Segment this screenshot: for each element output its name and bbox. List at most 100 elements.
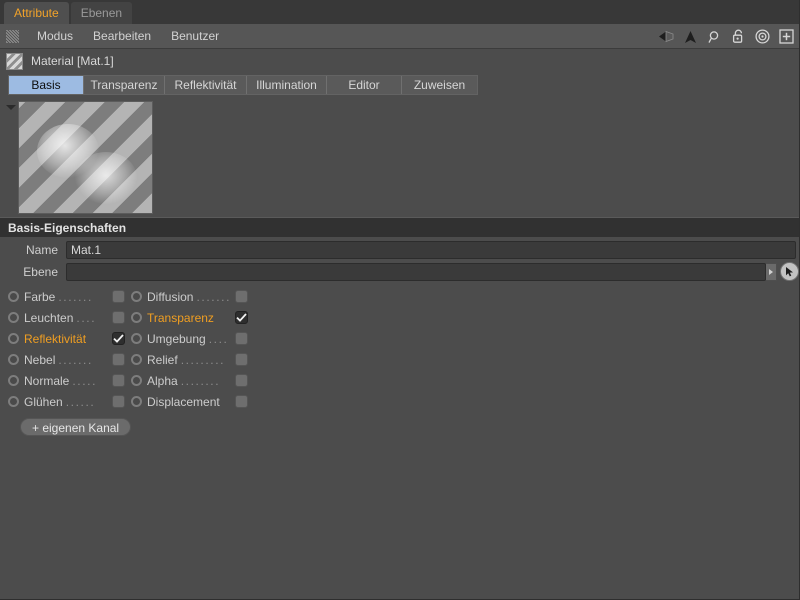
material-preview[interactable] xyxy=(18,101,153,214)
unlock-icon[interactable] xyxy=(730,28,747,45)
channel-label-alpha: Alpha xyxy=(147,373,178,388)
section-header-basis-eigenschaften: Basis-Eigenschaften xyxy=(0,217,799,237)
material-tabstrip: Basis Transparenz Reflektivität Illumina… xyxy=(8,75,478,95)
panel-tab-attribute-label: Attribute xyxy=(14,6,59,20)
channel-row-reflektivitaet[interactable]: Reflektivität xyxy=(8,328,131,349)
name-input[interactable] xyxy=(66,240,796,259)
attribute-manager-panel: Attribute Ebenen Modus Bearbeiten Benutz… xyxy=(0,0,800,600)
up-arrow-icon[interactable] xyxy=(682,28,699,45)
preview-row xyxy=(0,99,799,217)
channel-label-displacement: Displacement xyxy=(147,394,220,409)
channel-radio-icon[interactable] xyxy=(131,291,142,302)
menubar: Modus Bearbeiten Benutzer xyxy=(0,24,799,49)
object-title: Material [Mat.1] xyxy=(31,54,114,68)
panel-tab-ebenen-label: Ebenen xyxy=(80,6,123,20)
channel-row-leuchten[interactable]: Leuchten .... xyxy=(8,307,131,328)
tab-zuweisen[interactable]: Zuweisen xyxy=(402,76,477,94)
grip-dots-icon[interactable] xyxy=(6,29,19,43)
channel-row-nebel[interactable]: Nebel ....... xyxy=(8,349,131,370)
menu-item-bearbeiten-label: Bearbeiten xyxy=(93,29,152,43)
tab-illumination[interactable]: Illumination xyxy=(247,76,327,94)
channel-dots: ..... xyxy=(72,374,98,387)
back-arrow-icon[interactable] xyxy=(658,28,675,45)
channel-row-normale[interactable]: Normale ..... xyxy=(8,370,131,391)
channel-radio-icon[interactable] xyxy=(8,333,19,344)
search-icon[interactable] xyxy=(706,28,723,45)
channel-row-transparenz[interactable]: Transparenz xyxy=(131,307,254,328)
channel-label-leuchten: Leuchten xyxy=(24,310,74,325)
target-icon[interactable] xyxy=(754,28,771,45)
channel-radio-icon[interactable] xyxy=(131,354,142,365)
channel-radio-icon[interactable] xyxy=(8,354,19,365)
channel-row-farbe[interactable]: Farbe ....... xyxy=(8,286,131,307)
add-box-icon[interactable] xyxy=(778,28,795,45)
channel-label-reflektivitaet: Reflektivität xyxy=(24,331,87,346)
tab-illumination-label: Illumination xyxy=(256,78,317,92)
channel-checkbox-normale[interactable] xyxy=(112,374,125,387)
channel-checkbox-farbe[interactable] xyxy=(112,290,125,303)
menubar-tools xyxy=(658,24,795,49)
channel-checkbox-gluehen[interactable] xyxy=(112,395,125,408)
panel-tab-attribute[interactable]: Attribute xyxy=(4,2,69,24)
tab-basis[interactable]: Basis xyxy=(9,76,84,94)
tab-reflektivitaet-label: Reflektivität xyxy=(174,78,237,92)
channel-row-umgebung[interactable]: Umgebung .... xyxy=(131,328,254,349)
basis-properties-fields: Name Ebene xyxy=(0,237,799,281)
channel-checkbox-relief[interactable] xyxy=(235,353,248,366)
panel-tab-ebenen[interactable]: Ebenen xyxy=(70,2,133,24)
channel-label-relief: Relief xyxy=(147,352,178,367)
channel-row-displacement[interactable]: Displacement xyxy=(131,391,254,412)
channel-dots: .... xyxy=(76,311,97,324)
channel-radio-icon[interactable] xyxy=(8,396,19,407)
menu-item-benutzer-label: Benutzer xyxy=(171,29,220,43)
channel-row-gluehen[interactable]: Glühen ...... xyxy=(8,391,131,412)
menu-item-modus-label: Modus xyxy=(37,29,74,43)
channel-row-relief[interactable]: Relief ......... xyxy=(131,349,254,370)
ebene-label: Ebene xyxy=(23,264,58,279)
channel-radio-icon[interactable] xyxy=(131,312,142,323)
field-row-name: Name xyxy=(0,240,799,259)
channel-label-transparenz: Transparenz xyxy=(147,310,214,325)
material-swatch-icon xyxy=(6,52,23,70)
menu-item-modus[interactable]: Modus xyxy=(27,24,83,48)
channel-row-diffusion[interactable]: Diffusion ....... xyxy=(131,286,254,307)
tab-editor-label: Editor xyxy=(348,78,380,92)
channel-row-alpha[interactable]: Alpha ........ xyxy=(131,370,254,391)
channel-radio-icon[interactable] xyxy=(8,375,19,386)
add-channel-row: + eigenen Kanal xyxy=(0,412,799,436)
ebene-input[interactable] xyxy=(66,262,766,281)
object-header: Material [Mat.1] xyxy=(0,49,799,73)
menu-item-bearbeiten[interactable]: Bearbeiten xyxy=(83,24,161,48)
channel-label-diffusion: Diffusion xyxy=(147,289,194,304)
channel-checkbox-diffusion[interactable] xyxy=(235,290,248,303)
channel-checkbox-nebel[interactable] xyxy=(112,353,125,366)
channel-column-left: Farbe ....... Leuchten .... Reflektivitä… xyxy=(8,286,131,412)
channel-radio-icon[interactable] xyxy=(8,312,19,323)
channel-radio-icon[interactable] xyxy=(131,333,142,344)
cursor-arrow-icon[interactable] xyxy=(780,262,799,281)
channel-label-gluehen: Glühen xyxy=(24,394,63,409)
panel-tabbar: Attribute Ebenen xyxy=(0,0,799,24)
channel-label-normale: Normale xyxy=(24,373,70,388)
channel-checkbox-transparenz[interactable] xyxy=(235,311,248,324)
channel-checkbox-reflektivitaet[interactable] xyxy=(112,332,125,345)
preview-stripes xyxy=(19,102,152,213)
channel-dots: ......... xyxy=(180,353,226,366)
channel-checkbox-displacement[interactable] xyxy=(235,395,248,408)
chevron-right-icon[interactable] xyxy=(766,262,777,281)
channel-radio-icon[interactable] xyxy=(131,375,142,386)
tab-transparenz[interactable]: Transparenz xyxy=(84,76,165,94)
menu-item-benutzer[interactable]: Benutzer xyxy=(161,24,229,48)
channel-label-farbe: Farbe xyxy=(24,289,56,304)
channel-checkbox-leuchten[interactable] xyxy=(112,311,125,324)
channel-checkbox-alpha[interactable] xyxy=(235,374,248,387)
channel-label-umgebung: Umgebung xyxy=(147,331,206,346)
tab-editor[interactable]: Editor xyxy=(327,76,402,94)
add-custom-channel-button[interactable]: + eigenen Kanal xyxy=(20,418,132,436)
channel-radio-icon[interactable] xyxy=(131,396,142,407)
channel-radio-icon[interactable] xyxy=(8,291,19,302)
tab-reflektivitaet[interactable]: Reflektivität xyxy=(165,76,247,94)
triangle-down-icon[interactable] xyxy=(6,105,16,110)
channel-checkbox-umgebung[interactable] xyxy=(235,332,248,345)
channel-grid: Farbe ....... Leuchten .... Reflektivitä… xyxy=(0,286,799,412)
